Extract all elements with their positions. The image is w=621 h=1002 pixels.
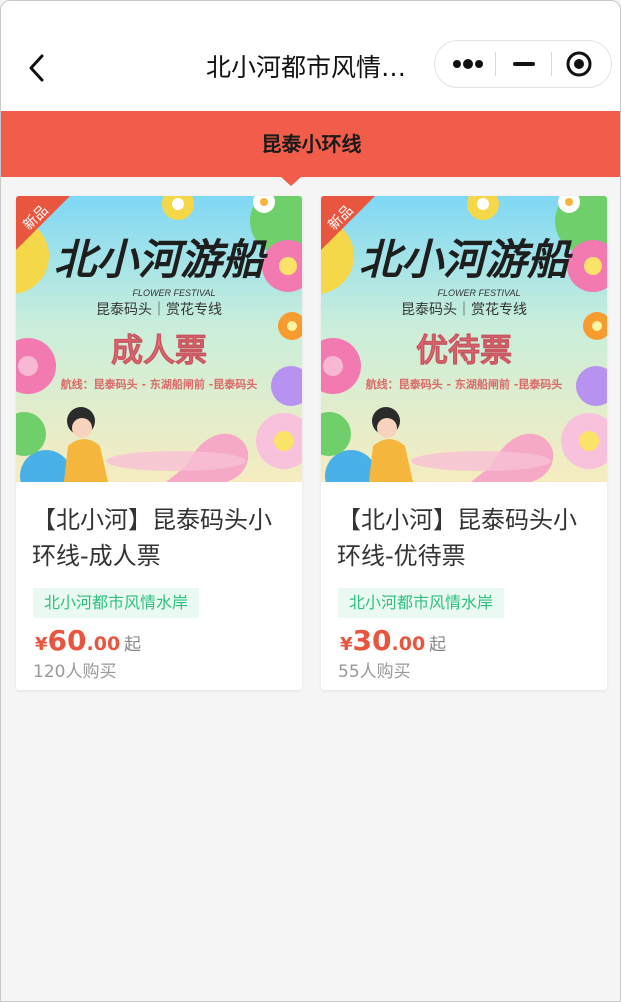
- price-decimal: .00: [86, 633, 121, 655]
- poster-ticket-type: 成人票: [111, 331, 207, 369]
- venue-tag: 北小河都市风情水岸: [33, 588, 200, 618]
- poster-route: 航线：昆泰码头 - 东湖船闸前 -昆泰码头: [61, 377, 258, 391]
- product-poster: 北小河游船 FLOWER FESTIVAL 昆泰码头｜赏花专线 优待票 航线：昆…: [321, 196, 607, 482]
- price-decimal: .00: [391, 633, 426, 655]
- price-suffix: 起: [124, 635, 142, 655]
- category-tabs: 昆泰小环线: [1, 111, 620, 177]
- capsule-divider: [495, 52, 496, 76]
- poster-subtitle: 昆泰码头｜赏花专线: [401, 301, 527, 317]
- poster-headline: 北小河游船: [359, 235, 573, 284]
- chevron-left-icon[interactable]: [25, 53, 49, 83]
- capsule-divider: [551, 52, 552, 76]
- target-icon[interactable]: [553, 41, 611, 87]
- poster-route: 航线：昆泰码头 - 东湖船闸前 -昆泰码头: [366, 377, 563, 391]
- poster-festival: FLOWER FESTIVAL: [132, 288, 215, 298]
- price-integer: 30: [352, 624, 392, 657]
- product-price: ¥60.00 起: [35, 624, 141, 658]
- sold-count: 120人购买: [33, 662, 117, 682]
- navigation-bar: 北小河都市风情水岸: [1, 1, 620, 111]
- product-title: 【北小河】昆泰码头小环线-优待票: [337, 506, 577, 570]
- product-card[interactable]: 北小河游船 FLOWER FESTIVAL 昆泰码头｜赏花专线 成人票 航线：昆…: [16, 196, 302, 690]
- menu-capsule: [434, 40, 612, 88]
- active-tab-indicator: [281, 177, 301, 186]
- price-currency: ¥: [340, 634, 353, 655]
- more-dots-icon[interactable]: [435, 41, 495, 87]
- poster-headline: 北小河游船: [54, 235, 268, 284]
- poster-ticket-type: 优待票: [416, 331, 512, 369]
- page-title: 北小河都市风情水岸: [206, 53, 421, 82]
- product-poster: 北小河游船 FLOWER FESTIVAL 昆泰码头｜赏花专线 成人票 航线：昆…: [16, 196, 302, 482]
- venue-tag: 北小河都市风情水岸: [338, 588, 505, 618]
- price-suffix: 起: [429, 635, 447, 655]
- product-title: 【北小河】昆泰码头小环线-成人票: [32, 506, 272, 570]
- poster-subtitle: 昆泰码头｜赏花专线: [96, 301, 222, 317]
- price-currency: ¥: [35, 634, 48, 655]
- app-screen: 北小河都市风情水岸 昆泰小环线 北小河游船 FLOWER FESTIVAL 昆泰…: [0, 0, 621, 1002]
- price-integer: 60: [47, 624, 87, 657]
- product-card[interactable]: 北小河游船 FLOWER FESTIVAL 昆泰码头｜赏花专线 优待票 航线：昆…: [321, 196, 607, 690]
- poster-festival: FLOWER FESTIVAL: [437, 288, 520, 298]
- product-price: ¥30.00 起: [340, 624, 446, 658]
- sold-count: 55人购买: [338, 662, 411, 682]
- tab-kuntai-loop[interactable]: 昆泰小环线: [1, 111, 620, 177]
- minus-icon[interactable]: [497, 41, 551, 87]
